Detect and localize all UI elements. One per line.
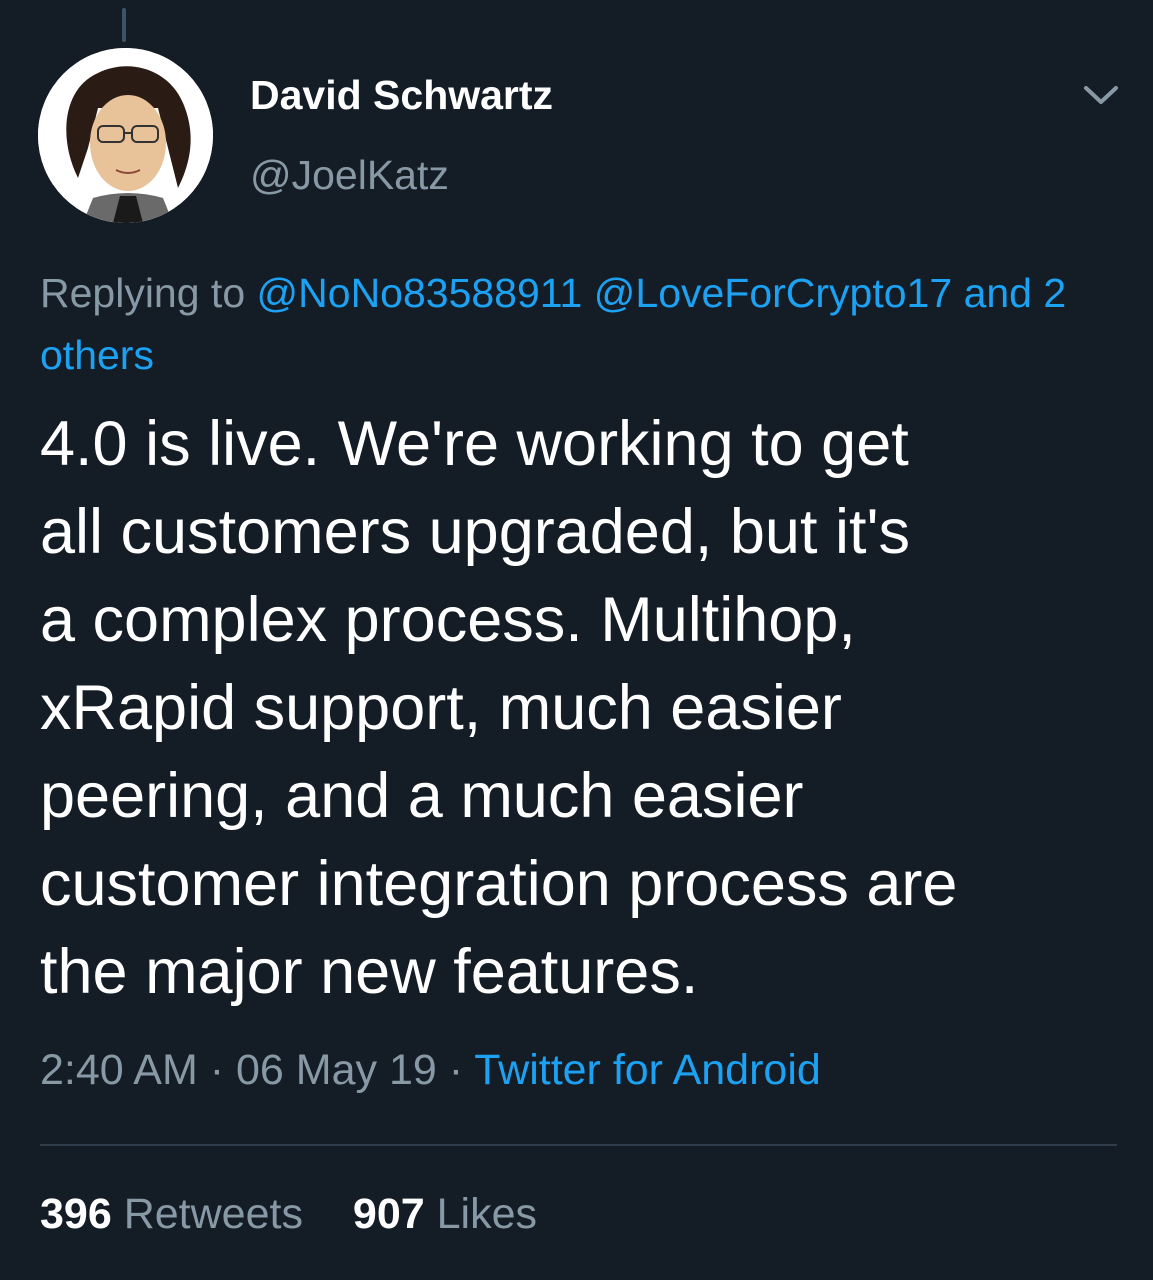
meta-separator: ·: [209, 1046, 225, 1094]
replying-to: Replying to @NoNo83588911 @LoveForCrypto…: [40, 262, 1120, 386]
tweet-source-link[interactable]: Twitter for Android: [474, 1046, 821, 1094]
mention-link[interactable]: @LoveForCrypto17: [594, 270, 952, 316]
thread-line: [122, 8, 126, 42]
tweet-date[interactable]: 06 May 19: [236, 1046, 437, 1094]
retweets-stat[interactable]: 396 Retweets: [40, 1190, 303, 1239]
divider: [40, 1144, 1117, 1146]
user-handle[interactable]: @JoelKatz: [250, 152, 449, 199]
tweet-stats: 396 Retweets 907 Likes: [40, 1190, 575, 1239]
retweets-label: Retweets: [123, 1190, 303, 1238]
likes-stat[interactable]: 907 Likes: [353, 1190, 537, 1239]
display-name[interactable]: David Schwartz: [250, 72, 553, 119]
meta-separator: ·: [448, 1046, 464, 1094]
tweet-time[interactable]: 2:40 AM: [40, 1046, 198, 1094]
mention-link[interactable]: @NoNo83588911: [257, 270, 583, 316]
chevron-down-icon[interactable]: [1082, 80, 1120, 110]
likes-label: Likes: [436, 1190, 537, 1238]
replying-to-label: Replying to: [40, 270, 246, 316]
likes-count: 907: [352, 1190, 425, 1238]
tweet-text: 4.0 is live. We're working to get all cu…: [40, 409, 958, 1007]
avatar[interactable]: [38, 48, 213, 223]
retweets-count: 396: [40, 1190, 112, 1238]
tweet-meta: 2:40 AM · 06 May 19 · Twitter for Androi…: [40, 1046, 821, 1095]
cartoon-portrait-icon: [38, 48, 213, 223]
